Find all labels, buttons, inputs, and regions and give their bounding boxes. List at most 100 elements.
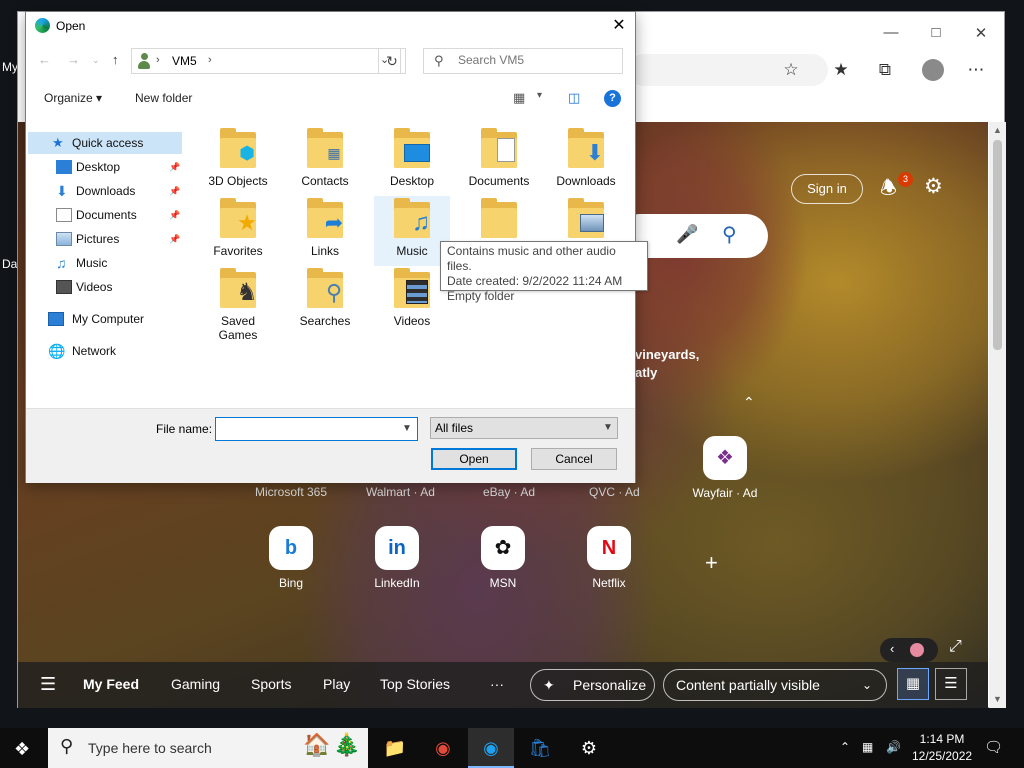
quick-link-msn[interactable]: ✿ MSN <box>473 526 533 590</box>
folder-item[interactable]: ★ Favorites <box>200 196 276 258</box>
search-icon[interactable]: ⚲ <box>722 222 737 247</box>
chevron-down-icon[interactable]: ▾ <box>537 90 542 101</box>
quick-link-label[interactable]: Microsoft 365 <box>255 485 327 499</box>
file-name-combobox[interactable]: ▼ <box>215 417 418 441</box>
holiday-house-icon[interactable]: 🏠 <box>303 732 330 758</box>
settings-icon[interactable]: ⚙ <box>566 728 612 768</box>
close-icon[interactable]: ✕ <box>606 15 632 37</box>
folder-item-hovered[interactable]: ♫ Music <box>374 196 450 266</box>
breadcrumb-item[interactable]: VM5 <box>172 54 197 68</box>
personalize-button[interactable]: ✦ Personalize <box>530 669 655 701</box>
more-tabs-button[interactable]: ··· <box>490 676 504 692</box>
breadcrumb[interactable]: › VM5 › ⌄ <box>131 48 401 74</box>
folder-item[interactable]: ⬇ Downloads <box>548 126 624 188</box>
background-controls[interactable]: ‹ <box>880 638 938 662</box>
list-layout-icon[interactable]: ☰ <box>935 668 967 700</box>
up-arrow-icon[interactable]: ↑ <box>112 52 119 67</box>
tab-play[interactable]: Play <box>323 676 350 692</box>
desktop-icon-label[interactable]: Da <box>2 257 17 271</box>
folder-item[interactable]: Desktop <box>374 126 450 188</box>
new-folder-button[interactable]: New folder <box>135 91 192 105</box>
help-icon[interactable]: ? <box>604 90 621 107</box>
search-input[interactable] <box>458 53 618 67</box>
file-name-input[interactable] <box>220 421 395 435</box>
more-options-icon[interactable]: ⋯ <box>963 60 989 82</box>
organize-menu[interactable]: Organize ▾ <box>44 91 102 105</box>
chrome-icon[interactable]: ◉ <box>420 728 466 768</box>
folder-item[interactable]: ♞ Saved Games <box>200 266 276 342</box>
folder-item[interactable]: Videos <box>374 266 450 328</box>
quick-link-label[interactable]: eBay · Ad <box>483 485 535 499</box>
back-arrow-icon[interactable]: ← <box>38 52 51 67</box>
preview-pane-icon[interactable]: ◫ <box>568 90 580 106</box>
chevron-right-icon[interactable]: › <box>156 54 160 66</box>
taskbar-search[interactable]: ⚲ Type here to search 🏠 🎄 <box>48 728 368 768</box>
file-type-select[interactable]: All files ▼ <box>430 417 618 439</box>
recent-locations-icon[interactable]: ⌄ <box>92 55 100 66</box>
collections-icon[interactable]: ⧉ <box>872 60 898 82</box>
chevron-up-icon[interactable]: ⌃ <box>743 394 755 411</box>
folder-item[interactable]: ▦ Contacts <box>287 126 363 188</box>
folder-item[interactable]: ➦ Links <box>287 196 363 258</box>
gear-icon[interactable]: ⚙ <box>924 174 948 200</box>
store-icon[interactable]: 🛍 <box>517 728 563 768</box>
scroll-up-icon[interactable]: ▲ <box>989 125 1006 135</box>
view-options-icon[interactable]: ▦ <box>513 90 525 106</box>
notification-center-icon[interactable]: 🗨 <box>984 738 1003 756</box>
folder-item[interactable] <box>548 196 624 244</box>
sidebar-item-documents[interactable]: Documents 📌 <box>56 204 182 226</box>
sidebar-item-downloads[interactable]: ⬇ Downloads 📌 <box>56 180 182 202</box>
quick-link-label[interactable]: QVC · Ad <box>589 485 640 499</box>
search-field[interactable]: ⚲ <box>423 48 623 74</box>
content-visibility-dropdown[interactable]: Content partially visible ⌄ <box>663 669 887 701</box>
microphone-icon[interactable]: 🎤 <box>676 224 698 245</box>
chevron-left-icon[interactable]: ‹ <box>890 641 894 656</box>
tab-gaming[interactable]: Gaming <box>171 676 220 692</box>
scroll-down-icon[interactable]: ▼ <box>989 694 1006 704</box>
sidebar-item-quick-access[interactable]: ★ Quick access <box>28 132 182 154</box>
windows-start-icon[interactable]: ❖ <box>14 739 30 760</box>
minimize-icon[interactable]: — <box>876 24 906 44</box>
flag-icon[interactable] <box>910 643 924 657</box>
volume-icon[interactable]: 🔊 <box>886 740 901 754</box>
pin-icon[interactable]: 📌 <box>169 204 180 226</box>
open-button[interactable]: Open <box>431 448 517 470</box>
tab-sports[interactable]: Sports <box>251 676 291 692</box>
sidebar-item-my-computer[interactable]: My Computer <box>48 308 182 330</box>
quick-link-netflix[interactable]: N Netflix <box>579 526 639 590</box>
chevron-right-icon[interactable]: › <box>208 54 212 66</box>
page-scrollbar[interactable]: ▲ ▼ <box>989 122 1006 708</box>
network-status-icon[interactable]: ▦ <box>862 740 873 754</box>
dialog-title-bar[interactable]: Open ✕ <box>26 12 635 40</box>
quick-link-linkedin[interactable]: in LinkedIn <box>367 526 427 590</box>
add-favorite-icon[interactable]: ☆ <box>778 60 804 82</box>
sidebar-item-videos[interactable]: Videos <box>56 276 182 298</box>
folder-item[interactable]: Documents <box>461 126 537 188</box>
sidebar-item-network[interactable]: 🌐 Network <box>48 340 182 362</box>
edge-icon[interactable]: ◉ <box>468 728 514 768</box>
sidebar-item-music[interactable]: ♫ Music <box>56 252 182 274</box>
favorites-icon[interactable]: ★ <box>828 60 854 82</box>
scroll-thumb[interactable] <box>993 140 1002 350</box>
file-explorer-icon[interactable]: 📁 <box>372 728 418 768</box>
close-icon[interactable]: ✕ <box>966 24 996 44</box>
system-clock[interactable]: 1:14 PM 12/25/2022 <box>912 731 972 765</box>
desktop-icon-label[interactable]: My <box>2 60 18 74</box>
quick-link-label[interactable]: Walmart · Ad <box>366 485 435 499</box>
profile-avatar[interactable] <box>922 59 944 81</box>
cancel-button[interactable]: Cancel <box>531 448 617 470</box>
quick-link-bing[interactable]: b Bing <box>261 526 321 590</box>
add-quick-link-icon[interactable]: + <box>705 550 718 576</box>
sidebar-item-desktop[interactable]: Desktop 📌 <box>56 156 182 178</box>
maximize-icon[interactable]: □ <box>921 24 951 44</box>
folder-item[interactable]: ⚲ Searches <box>287 266 363 328</box>
tab-my-feed[interactable]: My Feed <box>83 676 139 692</box>
hamburger-menu-icon[interactable]: ☰ <box>40 674 56 695</box>
refresh-button[interactable]: ↻ <box>378 48 406 74</box>
pin-icon[interactable]: 📌 <box>169 180 180 202</box>
grid-layout-icon[interactable]: ▦ <box>897 668 929 700</box>
sign-in-button[interactable]: Sign in <box>791 174 863 204</box>
tab-top-stories[interactable]: Top Stories <box>380 676 450 692</box>
quick-link-wayfair[interactable]: ❖ Wayfair · Ad <box>685 436 765 500</box>
christmas-tree-icon[interactable]: 🎄 <box>333 732 360 758</box>
